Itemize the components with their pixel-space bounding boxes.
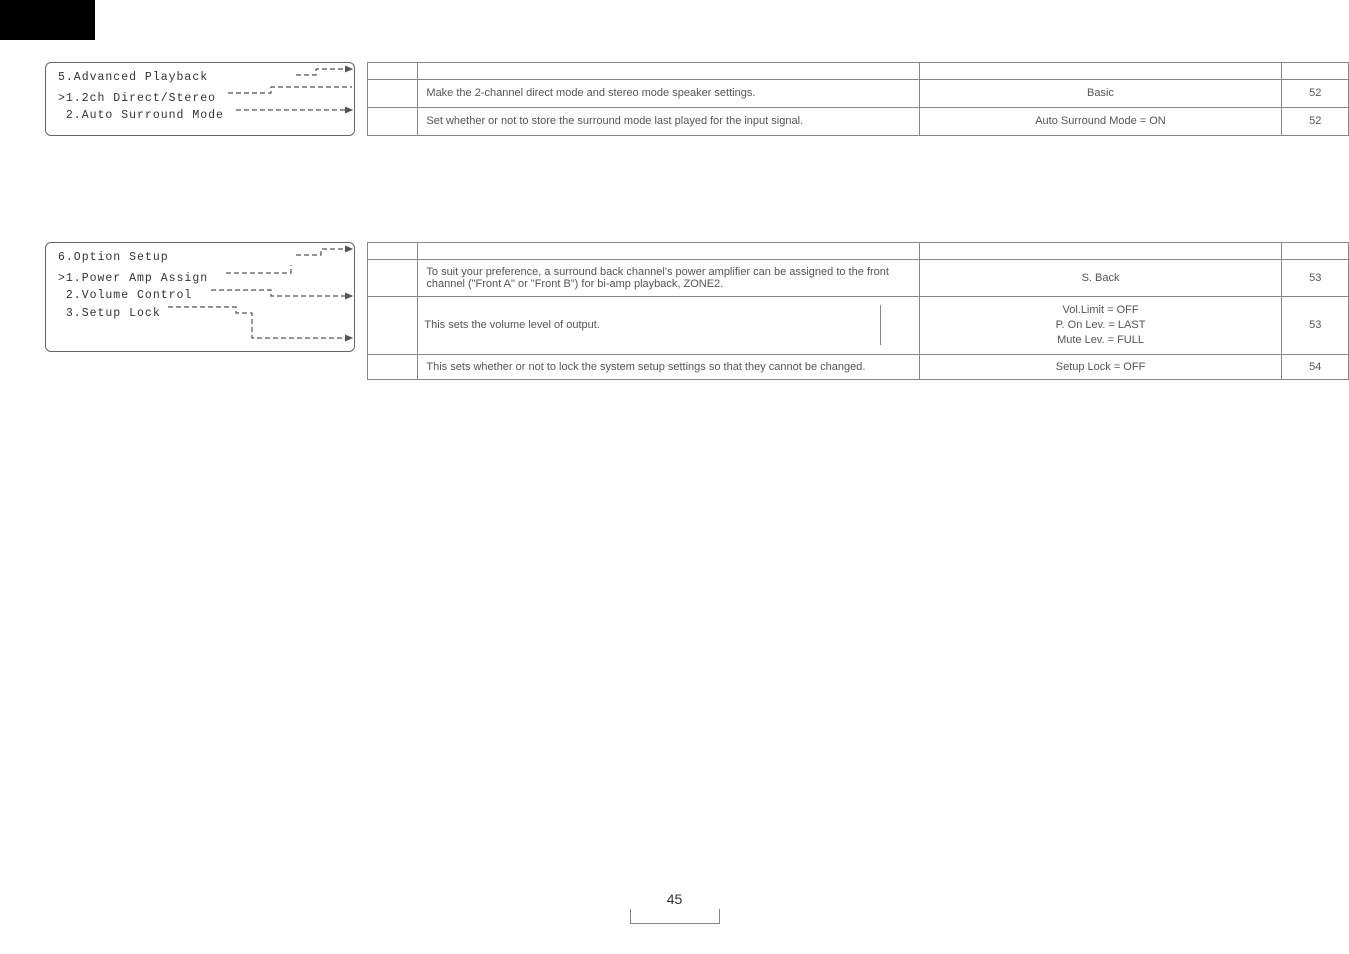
table-header [367, 243, 1348, 260]
page-number: 45 [667, 891, 683, 907]
table-row: Set whether or not to store the surround… [367, 107, 1348, 135]
table-advanced-playback: Make the 2-channel direct mode and stere… [367, 62, 1349, 136]
cell-blank [367, 260, 418, 297]
footer-box [630, 909, 720, 924]
lcd-title: 6.Option Setup [58, 251, 342, 264]
section-advanced-playback: 5.Advanced Playback >1.2ch Direct/Stereo… [45, 62, 1349, 136]
cell-blank [367, 80, 418, 108]
table-row: This sets the volume level of output. Vo… [367, 297, 1348, 355]
cell-desc: Set whether or not to store the surround… [418, 107, 919, 135]
cell-desc: This sets whether or not to lock the sys… [418, 354, 919, 379]
cell-default: Basic [919, 80, 1282, 108]
table-row: Make the 2-channel direct mode and stere… [367, 80, 1348, 108]
cell-blank [367, 297, 418, 355]
page-footer: 45 [0, 891, 1349, 924]
cell-default: Setup Lock = OFF [919, 354, 1282, 379]
corner-tab [0, 0, 95, 40]
table-row: To suit your preference, a surround back… [367, 260, 1348, 297]
lcd-line-2: 2.Volume Control [58, 287, 342, 304]
cell-default: Vol.Limit = OFF P. On Lev. = LAST Mute L… [919, 297, 1282, 355]
def-line: Mute Lev. = FULL [928, 333, 1274, 348]
cell-empty [881, 305, 919, 345]
lcd-advanced-playback: 5.Advanced Playback >1.2ch Direct/Stereo… [45, 62, 355, 136]
def-line: Vol.Limit = OFF [928, 303, 1274, 318]
cell-page: 53 [1282, 260, 1349, 297]
cell-desc: Make the 2-channel direct mode and stere… [418, 80, 919, 108]
section-option-setup: 6.Option Setup >1.Power Amp Assign 2.Vol… [45, 242, 1349, 380]
cell-blank [367, 107, 418, 135]
cell-desc: This sets the volume level of output. [418, 297, 919, 355]
cell-default: S. Back [919, 260, 1282, 297]
lcd-line-2: 2.Auto Surround Mode [58, 107, 342, 124]
table-option-setup: To suit your preference, a surround back… [367, 242, 1349, 380]
lcd-title: 5.Advanced Playback [58, 71, 342, 84]
table-header [367, 63, 1348, 80]
def-line: P. On Lev. = LAST [928, 318, 1274, 333]
cell-page: 53 [1282, 297, 1349, 355]
cell-default: Auto Surround Mode = ON [919, 107, 1282, 135]
cell-page: 52 [1282, 80, 1349, 108]
cell-page: 54 [1282, 354, 1349, 379]
lcd-line-1: >1.2ch Direct/Stereo [58, 90, 342, 107]
lcd-line-3: 3.Setup Lock [58, 305, 342, 322]
cell-blank [367, 354, 418, 379]
cell-desc: To suit your preference, a surround back… [418, 260, 919, 297]
lcd-option-setup: 6.Option Setup >1.Power Amp Assign 2.Vol… [45, 242, 355, 352]
cell-desc-inner: This sets the volume level of output. [418, 305, 881, 345]
lcd-line-1: >1.Power Amp Assign [58, 270, 342, 287]
cell-page: 52 [1282, 107, 1349, 135]
table-row: This sets whether or not to lock the sys… [367, 354, 1348, 379]
